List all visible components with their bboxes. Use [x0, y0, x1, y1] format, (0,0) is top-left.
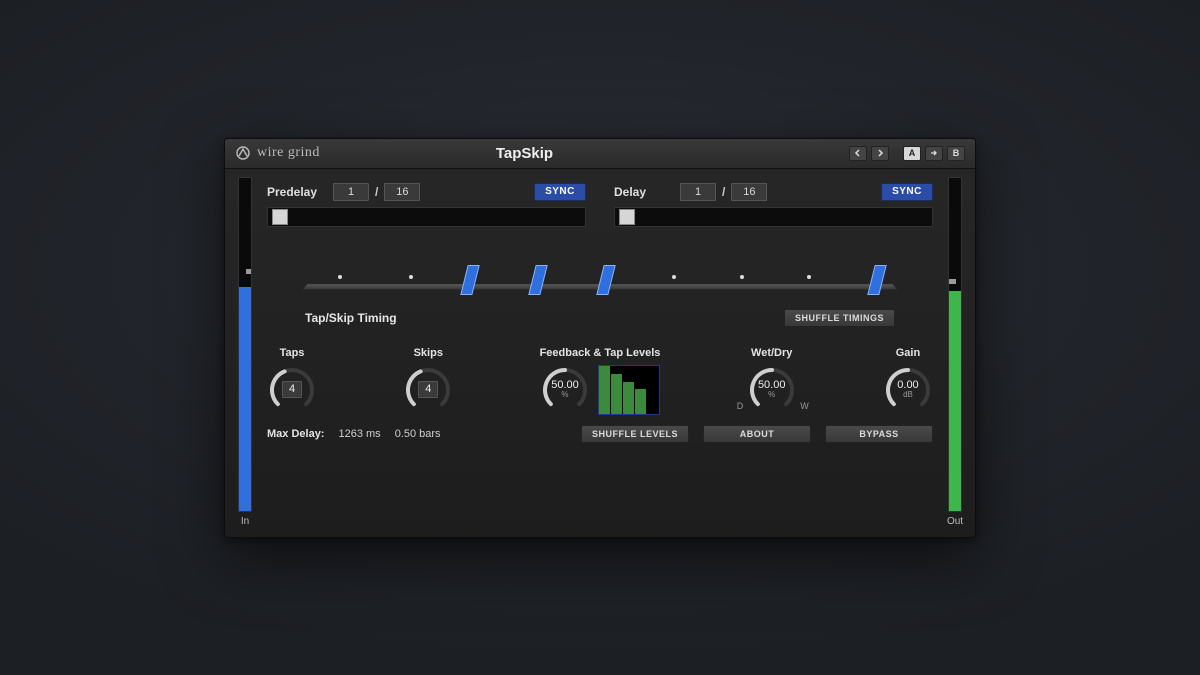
output-meter-column: Out [945, 177, 965, 527]
output-meter-peak [949, 279, 956, 284]
gain-knob-block: Gain 0.00 dB [883, 347, 933, 415]
output-meter-label: Out [947, 516, 963, 527]
fraction-slash: / [722, 185, 725, 199]
maxdelay-bars: 0.50 bars [395, 428, 441, 440]
center-panel: Predelay 1 / 16 SYNC Delay 1 / [265, 177, 935, 527]
delay-numerator[interactable]: 1 [680, 183, 716, 201]
skips-value[interactable]: 4 [418, 381, 438, 397]
plugin-body: In Predelay 1 / 16 SYNC [225, 169, 975, 537]
tap-level-bar[interactable] [599, 366, 611, 414]
feedback-block: Feedback & Tap Levels 50.00 % [540, 347, 661, 415]
ab-slot-a[interactable]: A [903, 146, 921, 161]
delay-controls-row: Predelay 1 / 16 SYNC Delay 1 / [265, 177, 935, 227]
input-meter-fill [239, 287, 251, 510]
feedback-label: Feedback & Tap Levels [540, 347, 661, 359]
tap-level-bar[interactable] [623, 382, 635, 414]
knob-row: Taps 4 Skips 4 Feedback & Tap Levels [265, 347, 935, 415]
skips-knob[interactable]: 4 [403, 365, 453, 415]
timing-label: Tap/Skip Timing [305, 311, 397, 325]
predelay-slider[interactable] [267, 207, 586, 227]
skips-knob-block: Skips 4 [403, 347, 453, 415]
skip-marker[interactable] [807, 275, 811, 279]
delay-denominator[interactable]: 16 [731, 183, 767, 201]
input-meter [238, 177, 252, 512]
gain-unit: dB [903, 391, 913, 400]
predelay-denominator[interactable]: 16 [384, 183, 420, 201]
shuffle-levels-button[interactable]: SHUFFLE LEVELS [581, 425, 689, 443]
wet-indicator: W [800, 401, 809, 411]
timing-visualization: Tap/Skip Timing SHUFFLE TIMINGS [265, 251, 935, 327]
delay-slider[interactable] [614, 207, 933, 227]
delay-label: Delay [614, 185, 674, 199]
fraction-slash: / [375, 185, 378, 199]
wetdry-label: Wet/Dry [751, 347, 792, 359]
delay-block: Delay 1 / 16 SYNC [614, 183, 933, 227]
delay-sync-button[interactable]: SYNC [881, 183, 933, 201]
predelay-label: Predelay [267, 185, 327, 199]
shuffle-timings-button[interactable]: SHUFFLE TIMINGS [784, 309, 895, 327]
skip-marker[interactable] [672, 275, 676, 279]
plugin-window: wire grind TapSkip A B In [224, 138, 976, 538]
skip-marker[interactable] [338, 275, 342, 279]
preset-next-button[interactable] [871, 146, 889, 161]
feedback-knob[interactable]: 50.00 % [540, 365, 590, 415]
bottom-row: Max Delay: 1263 ms 0.50 bars SHUFFLE LEV… [265, 425, 935, 443]
taps-value[interactable]: 4 [282, 381, 302, 397]
taps-knob-block: Taps 4 [267, 347, 317, 415]
bypass-button[interactable]: BYPASS [825, 425, 933, 443]
maxdelay-label: Max Delay: [267, 428, 324, 440]
input-meter-peak [246, 269, 252, 274]
predelay-sync-button[interactable]: SYNC [534, 183, 586, 201]
ab-slot-b[interactable]: B [947, 146, 965, 161]
gain-label: Gain [896, 347, 920, 359]
gain-knob[interactable]: 0.00 dB [883, 365, 933, 415]
input-meter-label: In [241, 516, 249, 527]
tap-levels-display[interactable] [598, 365, 660, 415]
tap-marker[interactable] [868, 265, 887, 295]
feedback-unit: % [561, 391, 568, 400]
predelay-slider-thumb[interactable] [272, 209, 288, 225]
logo-icon [235, 145, 251, 161]
skip-marker[interactable] [740, 275, 744, 279]
input-meter-column: In [235, 177, 255, 527]
plugin-title: TapSkip [328, 145, 721, 162]
taps-knob[interactable]: 4 [267, 365, 317, 415]
brand-logo: wire grind [235, 145, 320, 161]
wetdry-unit: % [768, 391, 775, 400]
about-button[interactable]: ABOUT [703, 425, 811, 443]
predelay-block: Predelay 1 / 16 SYNC [267, 183, 586, 227]
taps-label: Taps [280, 347, 305, 359]
maxdelay-ms: 1263 ms [338, 428, 380, 440]
output-meter [948, 177, 962, 512]
brand-text: wire grind [257, 145, 320, 161]
titlebar: wire grind TapSkip A B [225, 139, 975, 169]
wetdry-knob[interactable]: 50.00 % D W [747, 365, 797, 415]
tap-marker[interactable] [528, 265, 547, 295]
dry-indicator: D [737, 401, 744, 411]
tap-marker[interactable] [596, 265, 615, 295]
tap-level-bar[interactable] [635, 389, 647, 414]
skip-marker[interactable] [409, 275, 413, 279]
ab-copy-button[interactable] [925, 146, 943, 161]
skips-label: Skips [414, 347, 443, 359]
wetdry-knob-block: Wet/Dry 50.00 % D W [747, 347, 797, 415]
output-meter-fill [949, 291, 961, 511]
predelay-numerator[interactable]: 1 [333, 183, 369, 201]
tap-level-bar[interactable] [611, 374, 623, 413]
titlebar-nav: A B [849, 146, 965, 161]
delay-slider-thumb[interactable] [619, 209, 635, 225]
preset-prev-button[interactable] [849, 146, 867, 161]
tap-marker[interactable] [460, 265, 479, 295]
